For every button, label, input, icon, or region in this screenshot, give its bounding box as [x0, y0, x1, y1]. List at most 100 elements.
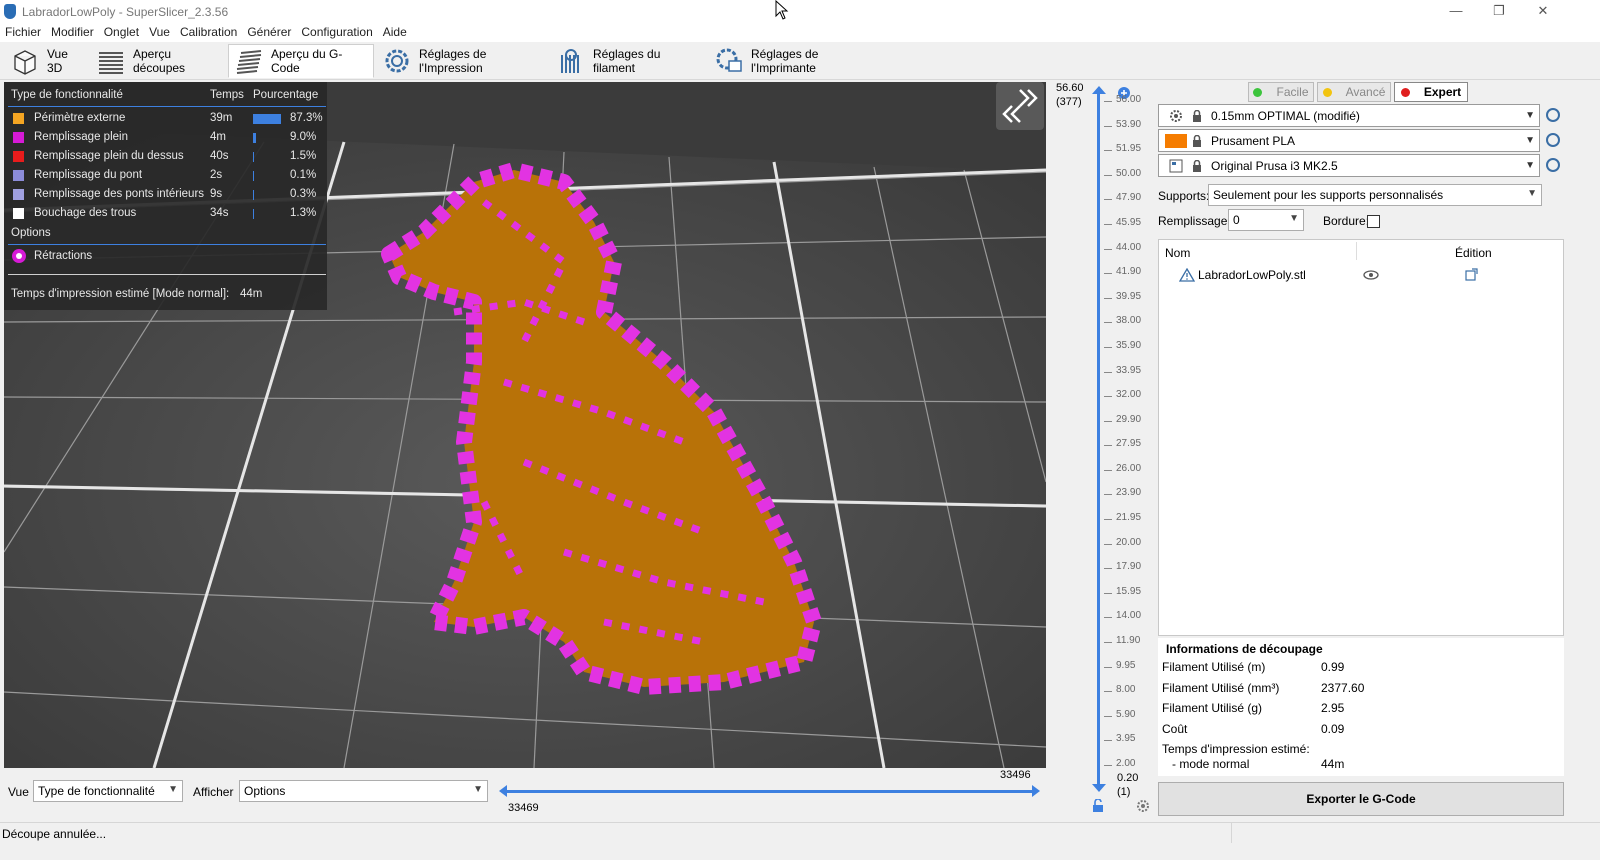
mode-expert-label: Expert	[1423, 85, 1462, 99]
horizontal-move-slider[interactable]	[504, 790, 1034, 793]
printer-icon	[1169, 159, 1183, 173]
eye-icon[interactable]	[1363, 269, 1379, 281]
layer-tick-label: 14.00	[1116, 610, 1142, 622]
supports-value: Seulement pour les supports personnalisé…	[1213, 188, 1444, 202]
menu-onglet[interactable]: Onglet	[99, 24, 144, 41]
slider-top-thumb-icon[interactable]	[1091, 84, 1107, 96]
tab-reglages-impression[interactable]: Réglages de l'Impression	[376, 44, 548, 78]
double-chevron-icon	[1002, 89, 1038, 123]
legend-row[interactable]: Bouchage des trous 34s 1.3%	[4, 205, 327, 223]
menu-modifier[interactable]: Modifier	[46, 24, 99, 41]
layer-tick-label: 21.95	[1116, 512, 1142, 524]
legend-feature-time: 39m	[210, 112, 233, 124]
menu-configuration[interactable]: Configuration	[296, 24, 377, 41]
legend-row[interactable]: Périmètre externe 39m 87.3%	[4, 110, 327, 128]
legend-percent-bar	[253, 190, 254, 200]
layer-tick-label: 27.95	[1116, 438, 1142, 450]
slice-info-value: 0.99	[1321, 660, 1345, 674]
slider-left-thumb-icon[interactable]	[497, 784, 509, 798]
collapse-sidebar-button[interactable]	[996, 82, 1044, 130]
printer-preset-value: Original Prusa i3 MK2.5	[1211, 159, 1338, 173]
legend-divider	[8, 244, 326, 245]
close-button[interactable]: ✕	[1520, 0, 1566, 24]
status-text: Découpe annulée...	[2, 827, 107, 841]
legend-row[interactable]: Remplissage plein du dessus 40s 1.5%	[4, 148, 327, 166]
lock-open-icon[interactable]	[1092, 799, 1104, 813]
layers-icon	[97, 47, 125, 75]
brim-checkbox[interactable]	[1367, 215, 1380, 228]
filament-preset-value: Prusament PLA	[1211, 134, 1296, 148]
estimated-time-label: Temps d'impression estimé [Mode normal]:	[11, 288, 230, 300]
layer-tick-label: 50.00	[1116, 167, 1142, 179]
layer-tick-mark	[1104, 322, 1112, 324]
tab-reglages-imprimante[interactable]: Réglages de l'Imprimante	[708, 44, 886, 78]
legend-percent-bar	[253, 171, 254, 181]
menu-vue[interactable]: Vue	[144, 24, 175, 41]
slider-right-thumb-icon[interactable]	[1030, 784, 1042, 798]
legend-header-time: Temps	[210, 89, 244, 101]
filament-preset-combobox[interactable]: Prusament PLA ▼	[1158, 129, 1540, 152]
vue-combobox[interactable]: Type de fonctionnalité ▼	[33, 780, 183, 802]
cube-icon	[11, 47, 39, 75]
restore-button[interactable]: ❐	[1476, 0, 1522, 24]
minimize-button[interactable]: —	[1433, 0, 1479, 24]
mode-facile-button[interactable]: Facile	[1248, 82, 1314, 102]
status-divider	[1231, 823, 1232, 843]
lock-icon	[1193, 110, 1201, 122]
object-row[interactable]: LabradorLowPoly.stl	[1159, 264, 1563, 286]
print-settings-gear-icon[interactable]	[1546, 108, 1560, 122]
legend-feature-name: Périmètre externe	[34, 112, 126, 124]
print-preset-combobox[interactable]: 0.15mm OPTIMAL (modifié) ▼	[1158, 104, 1540, 127]
layer-tick-mark	[1104, 420, 1112, 422]
layer-tick-mark	[1104, 691, 1112, 693]
tab-reglages-filament[interactable]: Réglages du filament	[550, 44, 706, 78]
legend-retractions[interactable]: Rétractions	[34, 250, 92, 262]
legend-panel: Type de fonctionnalité Temps Pourcentage…	[4, 82, 327, 310]
infill-value: 0	[1233, 213, 1240, 227]
chevron-down-icon: ▼	[473, 784, 483, 795]
layer-tick-mark	[1104, 273, 1112, 275]
infill-label: Remplissage:	[1158, 214, 1231, 228]
object-list-header-name: Nom	[1165, 246, 1191, 260]
tab-vue-3d[interactable]: Vue 3D	[4, 44, 88, 78]
filament-settings-gear-icon[interactable]	[1546, 133, 1560, 147]
tab-apercu-decoupes[interactable]: Aperçu découpes	[90, 44, 226, 78]
menu-fichier[interactable]: Fichier	[0, 24, 46, 41]
layer-tick-label: 5.90	[1116, 708, 1136, 720]
menu-generer[interactable]: Générer	[242, 24, 296, 41]
mouse-cursor-icon	[775, 0, 789, 20]
legend-percent-bar	[253, 133, 256, 143]
filament-spool-icon	[557, 47, 585, 75]
tab-label: Aperçu découpes	[133, 47, 186, 75]
printer-preset-combobox[interactable]: Original Prusa i3 MK2.5 ▼	[1158, 154, 1540, 177]
supports-combobox[interactable]: Seulement pour les supports personnalisé…	[1208, 184, 1542, 206]
menu-aide[interactable]: Aide	[378, 24, 412, 41]
edit-settings-icon[interactable]	[1465, 267, 1479, 281]
layer-tick-label: 41.90	[1116, 266, 1142, 278]
menu-calibration[interactable]: Calibration	[175, 24, 242, 41]
red-dot-icon	[1400, 87, 1410, 97]
layer-tick-mark	[1104, 617, 1112, 619]
vertical-layer-slider[interactable]	[1097, 92, 1100, 786]
slice-info-value: 2377.60	[1321, 680, 1365, 695]
legend-feature-percent: 0.3%	[290, 188, 317, 200]
mode-avance-button[interactable]: Avancé	[1317, 82, 1391, 102]
legend-feature-percent: 87.3%	[290, 112, 323, 124]
green-dot-icon	[1253, 87, 1263, 97]
layer-tick-mark	[1104, 346, 1112, 348]
slider-settings-gear-icon[interactable]	[1136, 799, 1150, 813]
tab-apercu-gcode[interactable]: Aperçu du G-Code	[228, 44, 374, 78]
filament-color-swatch[interactable]	[1165, 134, 1187, 148]
legend-row[interactable]: Remplissage du pont 2s 0.1%	[4, 167, 327, 185]
infill-combobox[interactable]: 0 ▼	[1228, 209, 1304, 231]
mode-expert-button[interactable]: Expert	[1394, 82, 1468, 102]
legend-row[interactable]: Remplissage des ponts intérieurs 9s 0.3%	[4, 186, 327, 204]
mode-avance-label: Avancé	[1345, 85, 1386, 99]
print-time-value: 44m	[1321, 757, 1345, 771]
legend-color-swatch	[13, 189, 24, 200]
slider-bottom-thumb-icon[interactable]	[1091, 782, 1107, 794]
legend-row[interactable]: Remplissage plein 4m 9.0%	[4, 129, 327, 147]
export-gcode-button[interactable]: Exporter le G-Code	[1158, 782, 1564, 816]
afficher-combobox[interactable]: Options ▼	[239, 780, 488, 802]
printer-settings-gear-icon[interactable]	[1546, 158, 1560, 172]
